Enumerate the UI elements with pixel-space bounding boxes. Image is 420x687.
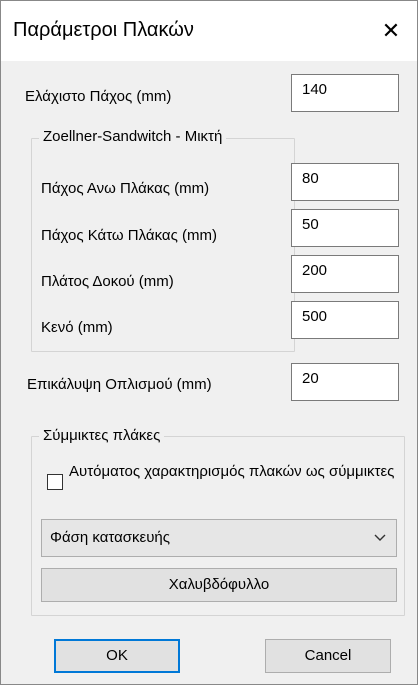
composite-group-title: Σύμμικτες πλάκες xyxy=(39,427,165,444)
beam-width-label: Πλάτος Δοκού (mm) xyxy=(41,273,174,290)
title-bar: Παράμετροι Πλακών ✕ xyxy=(1,1,417,61)
cover-input[interactable]: 20 xyxy=(291,363,399,401)
close-icon[interactable]: ✕ xyxy=(373,13,409,49)
bottom-slab-label: Πάχος Κάτω Πλάκας (mm) xyxy=(41,227,217,244)
dialog-title: Παράμετροι Πλακών xyxy=(13,19,194,41)
parameters-dialog: Παράμετροι Πλακών ✕ Ελάχιστο Πάχος (mm) … xyxy=(0,0,418,685)
top-slab-label: Πάχος Ανω Πλάκας (mm) xyxy=(41,180,210,197)
min-thickness-label: Ελάχιστο Πάχος (mm) xyxy=(25,88,172,105)
chevron-down-icon xyxy=(374,534,386,541)
min-thickness-input[interactable]: 140 xyxy=(291,74,399,112)
auto-composite-checkbox[interactable] xyxy=(47,474,63,490)
zoellner-group-title: Zoellner-Sandwitch - Μικτή xyxy=(39,128,227,145)
cancel-button[interactable]: Cancel xyxy=(265,639,391,673)
construction-phase-select[interactable]: Φάση κατασκευής xyxy=(41,519,397,557)
steel-deck-button[interactable]: Χαλυβδόφυλλο xyxy=(41,568,397,602)
void-input[interactable]: 500 xyxy=(291,301,399,339)
cover-label: Επικάλυψη Οπλισμού (mm) xyxy=(27,376,212,393)
void-label: Κενό (mm) xyxy=(41,319,113,336)
construction-phase-value: Φάση κατασκευής xyxy=(50,529,170,546)
ok-button[interactable]: OK xyxy=(54,639,180,673)
bottom-slab-input[interactable]: 50 xyxy=(291,209,399,247)
beam-width-input[interactable]: 200 xyxy=(291,255,399,293)
auto-composite-label[interactable]: Αυτόματος χαρακτηρισμός πλακών ως σύμμικ… xyxy=(69,463,399,481)
top-slab-input[interactable]: 80 xyxy=(291,163,399,201)
